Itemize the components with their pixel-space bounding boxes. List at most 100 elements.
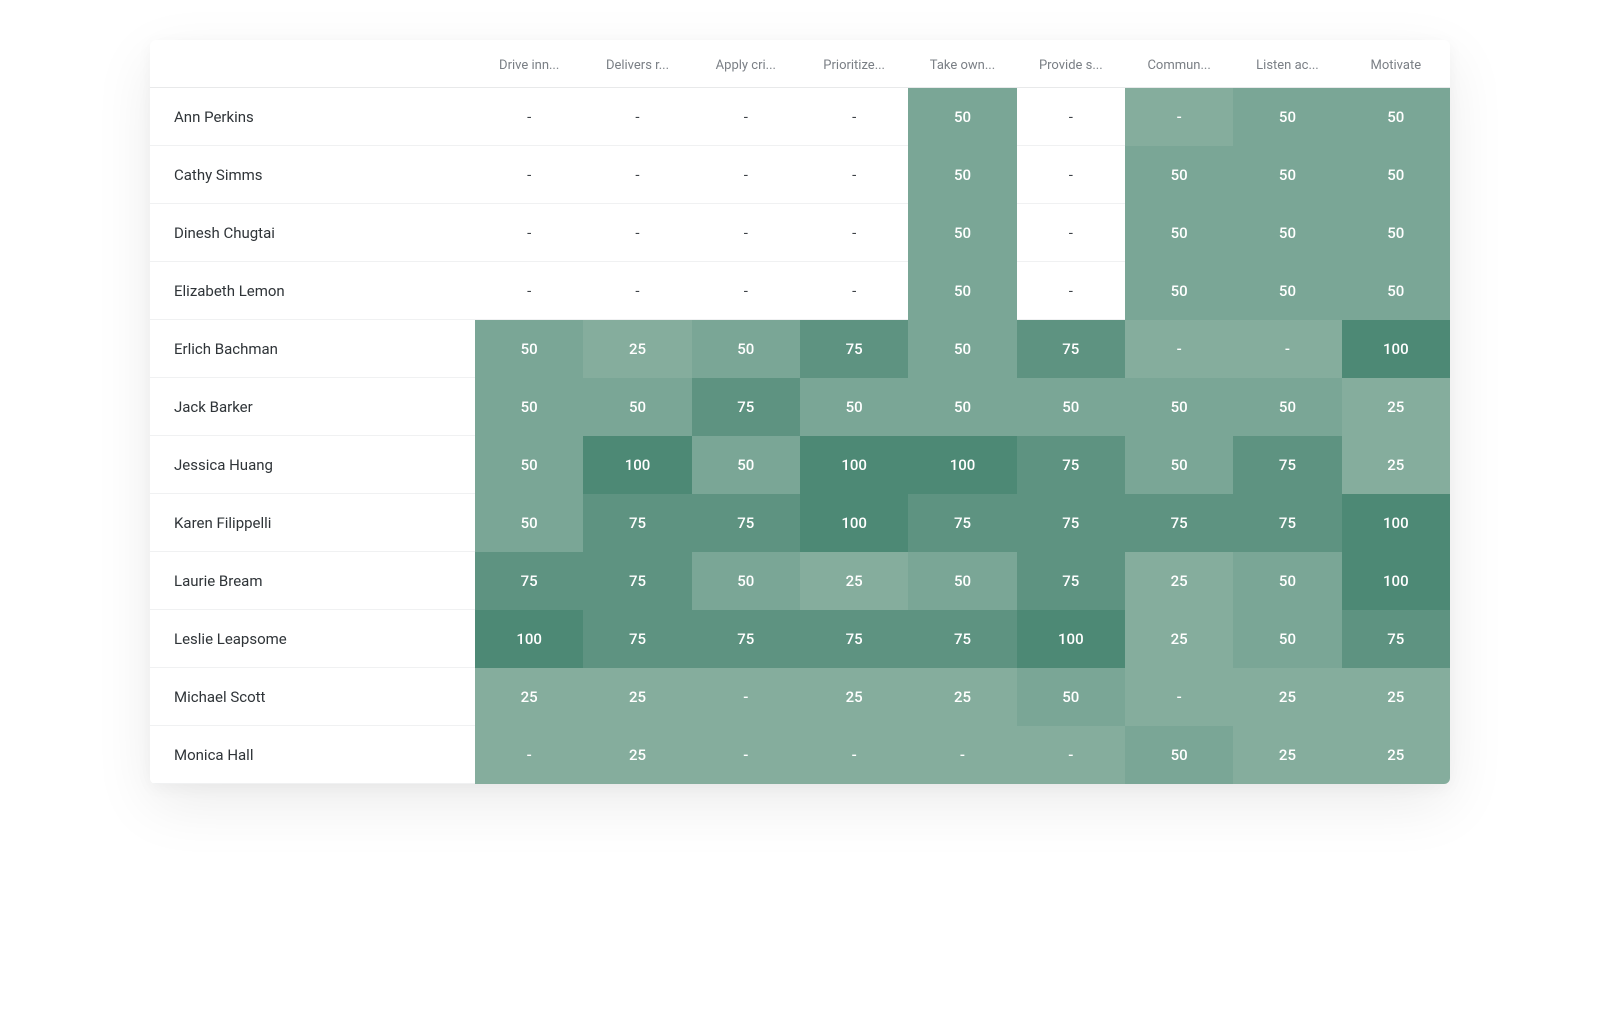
heatmap-cell[interactable]: 75 — [1017, 320, 1125, 378]
heatmap-cell[interactable]: 50 — [1017, 378, 1125, 436]
heatmap-cell[interactable]: - — [1017, 146, 1125, 204]
heatmap-cell[interactable]: 75 — [692, 610, 800, 668]
column-header[interactable]: Take own... — [908, 40, 1016, 88]
heatmap-cell[interactable]: 25 — [908, 668, 1016, 726]
heatmap-cell[interactable]: 75 — [1017, 552, 1125, 610]
heatmap-cell[interactable]: 75 — [1233, 436, 1341, 494]
heatmap-cell[interactable]: - — [583, 262, 691, 320]
heatmap-cell[interactable]: 50 — [1233, 262, 1341, 320]
heatmap-cell[interactable]: - — [583, 204, 691, 262]
heatmap-cell[interactable]: 75 — [692, 494, 800, 552]
heatmap-cell[interactable]: - — [475, 262, 583, 320]
heatmap-cell[interactable]: 50 — [1233, 610, 1341, 668]
heatmap-cell[interactable]: - — [800, 262, 908, 320]
heatmap-cell[interactable]: 50 — [1017, 668, 1125, 726]
heatmap-cell[interactable]: - — [692, 204, 800, 262]
heatmap-cell[interactable]: 50 — [475, 320, 583, 378]
heatmap-cell[interactable]: - — [1017, 262, 1125, 320]
person-name[interactable]: Cathy Simms — [150, 146, 475, 204]
heatmap-cell[interactable]: 50 — [1233, 146, 1341, 204]
heatmap-cell[interactable]: 50 — [1342, 146, 1450, 204]
heatmap-cell[interactable]: 25 — [583, 668, 691, 726]
column-header[interactable]: Delivers r... — [583, 40, 691, 88]
heatmap-cell[interactable]: 50 — [800, 378, 908, 436]
heatmap-cell[interactable]: 50 — [1125, 204, 1233, 262]
heatmap-cell[interactable]: 50 — [1342, 262, 1450, 320]
person-name[interactable]: Jessica Huang — [150, 436, 475, 494]
heatmap-cell[interactable]: - — [800, 146, 908, 204]
heatmap-cell[interactable]: 75 — [692, 378, 800, 436]
heatmap-cell[interactable]: 25 — [1125, 610, 1233, 668]
heatmap-cell[interactable]: - — [475, 146, 583, 204]
heatmap-cell[interactable]: - — [475, 204, 583, 262]
heatmap-cell[interactable]: 100 — [800, 436, 908, 494]
heatmap-cell[interactable]: 25 — [1342, 726, 1450, 784]
person-name[interactable]: Michael Scott — [150, 668, 475, 726]
heatmap-cell[interactable]: 25 — [1233, 668, 1341, 726]
column-header[interactable]: Provide s... — [1017, 40, 1125, 88]
heatmap-cell[interactable]: 50 — [908, 262, 1016, 320]
heatmap-cell[interactable]: 100 — [475, 610, 583, 668]
heatmap-cell[interactable]: 50 — [475, 436, 583, 494]
heatmap-cell[interactable]: 100 — [1342, 320, 1450, 378]
heatmap-cell[interactable]: 50 — [1233, 552, 1341, 610]
heatmap-cell[interactable]: 75 — [1233, 494, 1341, 552]
heatmap-cell[interactable]: - — [1017, 204, 1125, 262]
heatmap-cell[interactable]: 50 — [1125, 378, 1233, 436]
person-name[interactable]: Leslie Leapsome — [150, 610, 475, 668]
heatmap-cell[interactable]: 75 — [583, 494, 691, 552]
heatmap-cell[interactable]: 100 — [908, 436, 1016, 494]
heatmap-cell[interactable]: 75 — [800, 610, 908, 668]
heatmap-cell[interactable]: - — [1125, 88, 1233, 146]
heatmap-cell[interactable]: 100 — [1342, 552, 1450, 610]
heatmap-cell[interactable]: 100 — [1017, 610, 1125, 668]
column-header[interactable]: Prioritize... — [800, 40, 908, 88]
heatmap-cell[interactable]: 50 — [583, 378, 691, 436]
heatmap-cell[interactable]: 50 — [475, 494, 583, 552]
heatmap-cell[interactable]: 50 — [908, 378, 1016, 436]
heatmap-cell[interactable]: 25 — [1342, 668, 1450, 726]
heatmap-cell[interactable]: 75 — [908, 610, 1016, 668]
heatmap-cell[interactable]: 75 — [1017, 494, 1125, 552]
person-name[interactable]: Monica Hall — [150, 726, 475, 784]
heatmap-cell[interactable]: 50 — [908, 552, 1016, 610]
heatmap-cell[interactable]: 50 — [692, 436, 800, 494]
heatmap-cell[interactable]: - — [692, 88, 800, 146]
heatmap-cell[interactable]: 75 — [908, 494, 1016, 552]
heatmap-cell[interactable]: - — [908, 726, 1016, 784]
heatmap-cell[interactable]: 75 — [475, 552, 583, 610]
heatmap-cell[interactable]: - — [692, 146, 800, 204]
column-header[interactable]: Apply cri... — [692, 40, 800, 88]
heatmap-cell[interactable]: - — [800, 88, 908, 146]
person-name[interactable]: Karen Filippelli — [150, 494, 475, 552]
heatmap-cell[interactable]: 50 — [908, 320, 1016, 378]
heatmap-cell[interactable]: 100 — [1342, 494, 1450, 552]
heatmap-cell[interactable]: - — [475, 726, 583, 784]
heatmap-cell[interactable]: - — [800, 204, 908, 262]
heatmap-cell[interactable]: 75 — [1017, 436, 1125, 494]
heatmap-cell[interactable]: - — [800, 726, 908, 784]
heatmap-cell[interactable]: 25 — [1342, 436, 1450, 494]
heatmap-cell[interactable]: 25 — [800, 668, 908, 726]
heatmap-cell[interactable]: 50 — [908, 88, 1016, 146]
heatmap-cell[interactable]: 50 — [908, 146, 1016, 204]
heatmap-cell[interactable]: 50 — [1125, 726, 1233, 784]
heatmap-cell[interactable]: 25 — [1233, 726, 1341, 784]
heatmap-cell[interactable]: 50 — [1233, 88, 1341, 146]
heatmap-cell[interactable]: - — [1017, 88, 1125, 146]
person-name[interactable]: Ann Perkins — [150, 88, 475, 146]
column-header[interactable]: Motivate — [1342, 40, 1450, 88]
heatmap-cell[interactable]: 100 — [583, 436, 691, 494]
heatmap-cell[interactable]: - — [475, 88, 583, 146]
heatmap-cell[interactable]: 50 — [1125, 146, 1233, 204]
heatmap-cell[interactable]: 25 — [475, 668, 583, 726]
heatmap-cell[interactable]: - — [692, 262, 800, 320]
heatmap-cell[interactable]: 25 — [1125, 552, 1233, 610]
heatmap-cell[interactable]: 100 — [800, 494, 908, 552]
heatmap-cell[interactable]: 25 — [583, 726, 691, 784]
heatmap-cell[interactable]: 75 — [1125, 494, 1233, 552]
person-name[interactable]: Jack Barker — [150, 378, 475, 436]
heatmap-cell[interactable]: 75 — [583, 610, 691, 668]
heatmap-cell[interactable]: 50 — [1233, 204, 1341, 262]
heatmap-cell[interactable]: - — [1125, 320, 1233, 378]
